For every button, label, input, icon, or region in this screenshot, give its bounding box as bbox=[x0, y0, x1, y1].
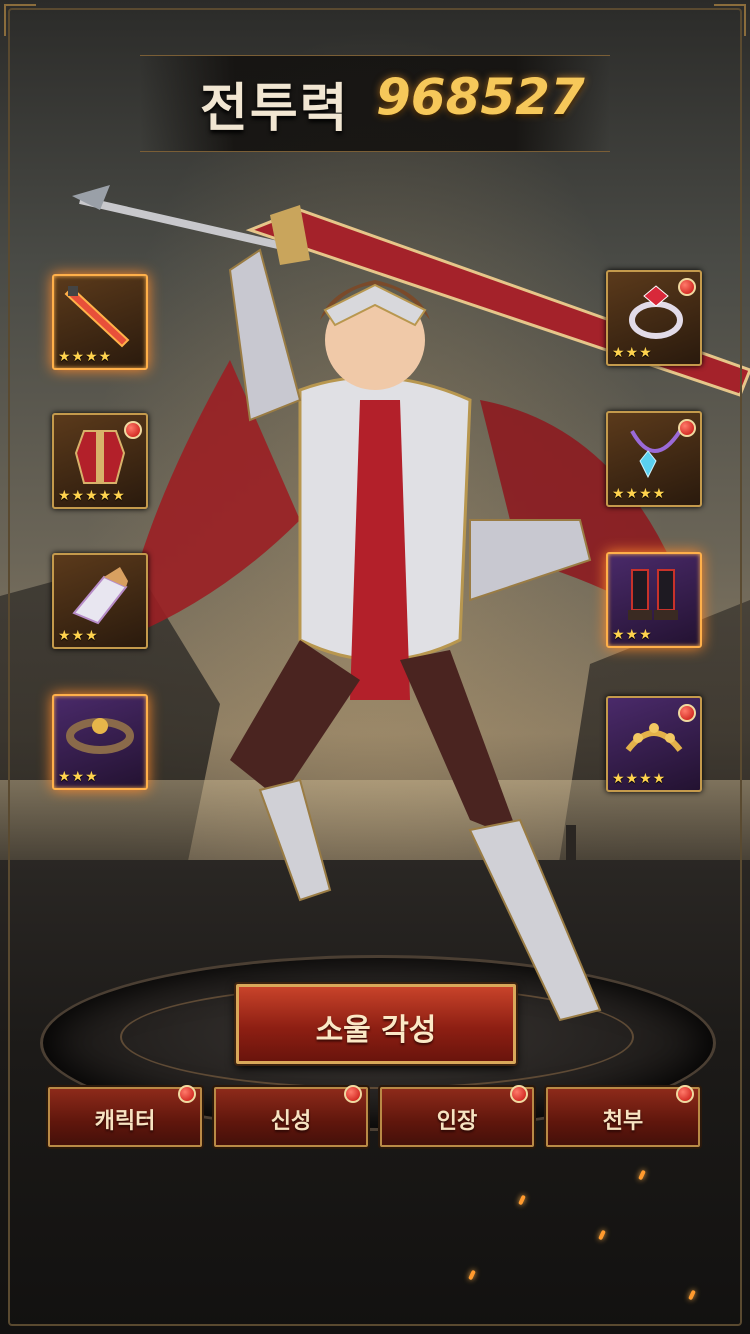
slot-stars: ★★★★ bbox=[612, 771, 667, 787]
slot-stars: ★★★★ bbox=[58, 349, 113, 365]
tab-label: 신성 bbox=[270, 1109, 312, 1134]
equip-slot-boots[interactable]: ★★★ bbox=[606, 552, 702, 648]
combat-power-label: 전투력 bbox=[200, 79, 350, 139]
notification-badge bbox=[178, 1085, 196, 1103]
notification-badge bbox=[678, 419, 696, 437]
soul-awaken-button[interactable]: 소울 각성 bbox=[236, 984, 516, 1064]
tabard bbox=[350, 400, 410, 700]
belt-icon bbox=[66, 718, 134, 754]
slot-stars: ★★★ bbox=[58, 769, 99, 785]
gauntlet-icon bbox=[72, 567, 128, 625]
notification-badge bbox=[124, 421, 142, 439]
tab-seal[interactable]: 인장 bbox=[380, 1085, 534, 1147]
frame-corner bbox=[4, 4, 36, 36]
tab-label: 캐릭터 bbox=[94, 1109, 156, 1134]
notification-badge bbox=[510, 1085, 528, 1103]
notification-badge bbox=[678, 278, 696, 296]
sword-icon bbox=[64, 286, 130, 348]
distant-figure bbox=[566, 825, 576, 860]
equip-slot-weapon[interactable]: ★★★★ bbox=[52, 274, 148, 370]
boots-icon bbox=[628, 569, 678, 620]
game-screen: 전투력 968527 ★★★★ ★★★★★ ★★★ ★★★ ★★★ ★★★★ ★… bbox=[0, 0, 750, 1334]
tab-divinity[interactable]: 신성 bbox=[214, 1085, 368, 1147]
equip-slot-armor[interactable]: ★★★★★ bbox=[52, 413, 148, 509]
equip-slot-belt[interactable]: ★★★ bbox=[52, 694, 148, 790]
left-greave bbox=[258, 778, 332, 902]
slot-stars: ★★★★ bbox=[612, 486, 667, 502]
equip-slot-necklace[interactable]: ★★★★ bbox=[606, 411, 702, 507]
combat-power-value: 968527 bbox=[376, 68, 585, 126]
slot-stars: ★★★ bbox=[612, 627, 653, 643]
notification-badge bbox=[344, 1085, 362, 1103]
soul-awaken-label: 소울 각성 bbox=[315, 1013, 437, 1048]
tab-character[interactable]: 캐릭터 bbox=[48, 1085, 202, 1147]
tab-label: 천부 bbox=[602, 1109, 644, 1134]
right-arm bbox=[469, 519, 592, 602]
equip-slot-ring[interactable]: ★★★ bbox=[606, 270, 702, 366]
tab-label: 인장 bbox=[436, 1109, 478, 1134]
left-leg bbox=[230, 640, 360, 800]
slot-stars: ★★★ bbox=[612, 345, 653, 361]
equip-slot-laurel[interactable]: ★★★★ bbox=[606, 696, 702, 792]
equip-slot-gauntlet[interactable]: ★★★ bbox=[52, 553, 148, 649]
right-leg bbox=[400, 650, 520, 840]
notification-badge bbox=[678, 704, 696, 722]
notification-badge bbox=[676, 1085, 694, 1103]
tab-talent[interactable]: 천부 bbox=[546, 1085, 700, 1147]
frame-corner bbox=[714, 4, 746, 36]
slot-stars: ★★★ bbox=[58, 628, 99, 644]
slot-stars: ★★★★★ bbox=[58, 488, 126, 504]
